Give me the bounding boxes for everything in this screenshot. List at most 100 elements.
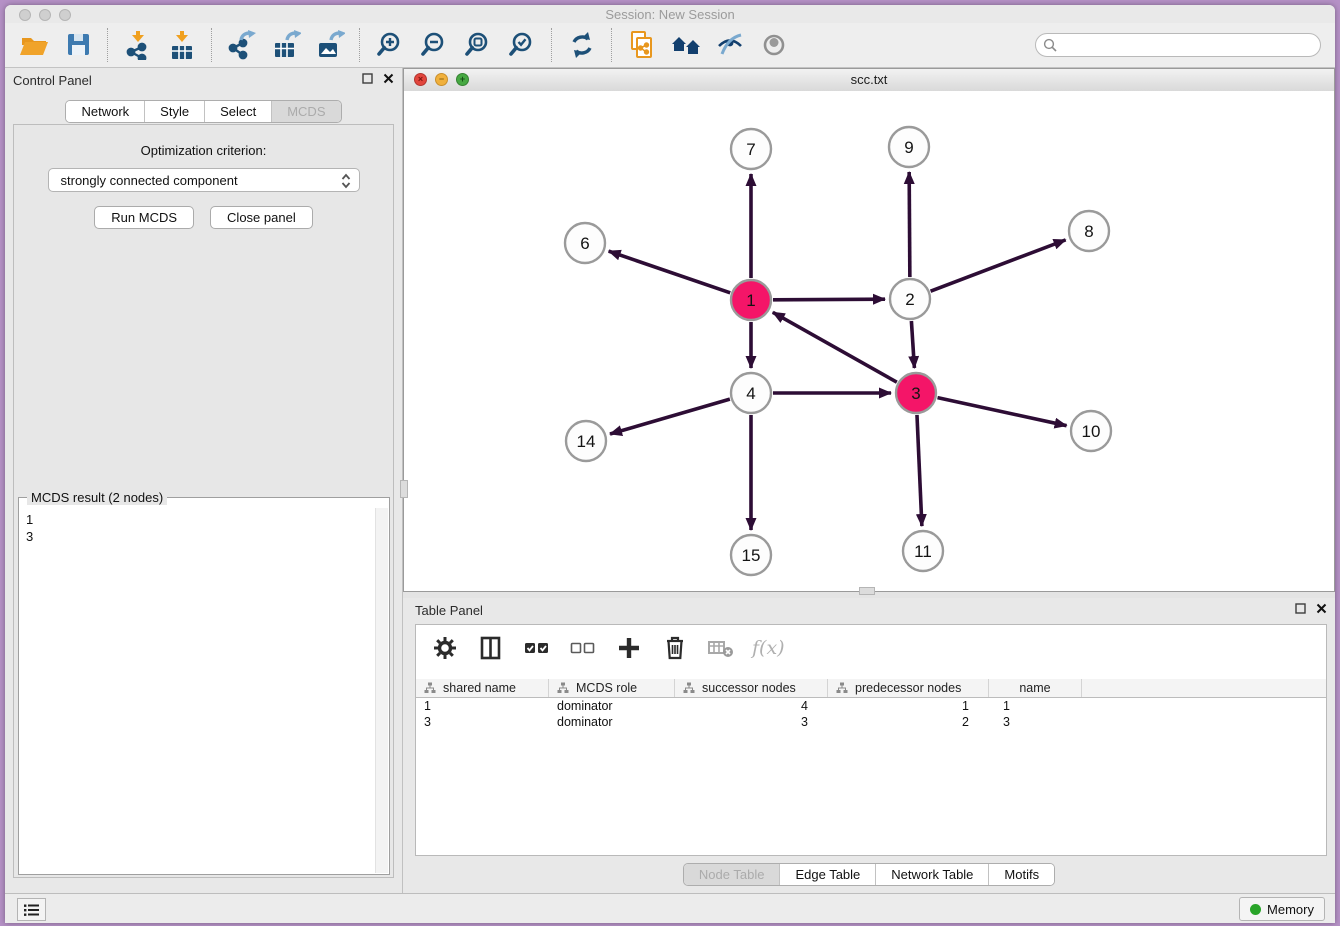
column-header-MCDS-role[interactable]: MCDS role (549, 679, 675, 697)
graph-node-7[interactable]: 7 (731, 129, 771, 169)
float-panel-icon[interactable] (1295, 603, 1306, 614)
save-session-icon[interactable] (63, 30, 93, 60)
add-column-icon[interactable] (614, 633, 644, 663)
tab-network-table[interactable]: Network Table (875, 864, 988, 885)
zoom-fit-icon[interactable] (463, 30, 493, 60)
table-cell[interactable]: 1 (416, 698, 549, 714)
select-all-rows-icon[interactable] (522, 633, 552, 663)
tab-mcds[interactable]: MCDS (271, 101, 340, 122)
column-header-name[interactable]: name (989, 679, 1082, 697)
table-cell[interactable]: dominator (549, 698, 675, 714)
close-panel-icon[interactable] (383, 73, 394, 84)
column-header-predecessor-nodes[interactable]: predecessor nodes (828, 679, 989, 697)
graph-edge-1-6[interactable] (609, 251, 731, 293)
table-row[interactable]: 3dominator323 (416, 714, 1326, 730)
graph-edge-3-10[interactable] (937, 398, 1066, 426)
graph-node-6[interactable]: 6 (565, 223, 605, 263)
import-table-icon[interactable] (167, 30, 197, 60)
import-network-icon[interactable] (123, 30, 153, 60)
graph-edge-3-11[interactable] (917, 415, 922, 526)
float-panel-icon[interactable] (362, 73, 373, 84)
zoom-selected-icon[interactable] (507, 30, 537, 60)
delete-table-icon[interactable] (706, 633, 736, 663)
preview-icon[interactable] (759, 30, 789, 60)
show-hide-selected-icon[interactable] (715, 30, 745, 60)
refresh-layout-icon[interactable] (567, 30, 597, 60)
run-mcds-button[interactable]: Run MCDS (94, 206, 194, 229)
new-network-from-selection-icon[interactable] (627, 30, 657, 60)
delete-column-icon[interactable] (660, 633, 690, 663)
graph-node-14[interactable]: 14 (566, 421, 606, 461)
table-toolbar: f(x) (416, 625, 1326, 671)
graph-node-10[interactable]: 10 (1071, 411, 1111, 451)
table-cell[interactable]: 1 (828, 698, 989, 714)
panel-resize-handle[interactable] (859, 587, 875, 595)
graph-edge-2-9[interactable] (909, 172, 910, 277)
show-panels-button[interactable] (17, 898, 46, 921)
dropdown-stepper-icon (341, 173, 351, 189)
search-input[interactable] (1035, 33, 1321, 57)
application-window: Session: New Session (5, 5, 1335, 923)
mcds-result-item[interactable]: 3 (26, 528, 376, 545)
graph-edge-3-1[interactable] (773, 312, 897, 382)
split-columns-icon[interactable] (476, 633, 506, 663)
graph-node-1[interactable]: 1 (731, 280, 771, 320)
table-cell[interactable]: dominator (549, 714, 675, 730)
close-panel-icon[interactable] (1316, 603, 1327, 614)
graph-node-label: 8 (1084, 222, 1093, 241)
tab-node-table[interactable]: Node Table (684, 864, 780, 885)
mcds-result-list[interactable]: 13 (20, 508, 376, 873)
graph-edge-2-3[interactable] (911, 321, 914, 368)
tab-network[interactable]: Network (66, 101, 144, 122)
column-header-successor-nodes[interactable]: successor nodes (675, 679, 828, 697)
zoom-out-icon[interactable] (419, 30, 449, 60)
tab-style[interactable]: Style (144, 101, 204, 122)
mcds-panel: Optimization criterion: strongly connect… (13, 124, 394, 878)
graph-node-label: 9 (904, 138, 913, 157)
export-image-icon[interactable] (315, 30, 345, 60)
table-cell[interactable]: 3 (675, 714, 828, 730)
graph-node-4[interactable]: 4 (731, 373, 771, 413)
tab-motifs[interactable]: Motifs (988, 864, 1054, 885)
table-cell[interactable]: 2 (828, 714, 989, 730)
window-title: Session: New Session (5, 7, 1335, 22)
tab-edge-table[interactable]: Edge Table (779, 864, 875, 885)
network-canvas[interactable]: 7 9 6 8 1 2 4 3 14 10 15 11 (404, 91, 1334, 591)
panel-resize-handle[interactable] (400, 480, 408, 498)
result-scrollbar[interactable] (375, 508, 388, 873)
graph-node-3[interactable]: 3 (896, 373, 936, 413)
table-cell[interactable]: 1 (989, 698, 1082, 714)
open-session-icon[interactable] (19, 30, 49, 60)
first-neighbors-icon[interactable] (671, 30, 701, 60)
column-header-shared-name[interactable]: shared name (416, 679, 549, 697)
table-settings-icon[interactable] (430, 633, 460, 663)
export-network-icon[interactable] (227, 30, 257, 60)
function-builder-icon[interactable]: f(x) (752, 637, 785, 659)
table-row[interactable]: 1dominator411 (416, 698, 1326, 714)
graph-node-8[interactable]: 8 (1069, 211, 1109, 251)
table-cell[interactable]: 3 (416, 714, 549, 730)
graph-node-9[interactable]: 9 (889, 127, 929, 167)
export-table-icon[interactable] (271, 30, 301, 60)
table-panel-title: Table Panel (415, 603, 483, 618)
tab-select[interactable]: Select (204, 101, 271, 122)
graph-edge-2-8[interactable] (931, 240, 1066, 291)
memory-button[interactable]: Memory (1239, 897, 1325, 921)
graph-node-label: 3 (911, 384, 920, 403)
table-cell[interactable]: 3 (989, 714, 1082, 730)
graph-node-2[interactable]: 2 (890, 279, 930, 319)
table-panel-tabbar: Node TableEdge TableNetwork TableMotifs (403, 863, 1335, 886)
mcds-result-item[interactable]: 1 (26, 511, 376, 528)
zoom-in-icon[interactable] (375, 30, 405, 60)
graph-edge-4-14[interactable] (610, 399, 730, 434)
graph-node-15[interactable]: 15 (731, 535, 771, 575)
graph-node-11[interactable]: 11 (903, 531, 943, 571)
optimization-criterion-dropdown[interactable]: strongly connected component (48, 168, 360, 192)
close-panel-button[interactable]: Close panel (210, 206, 313, 229)
column-header-label: shared name (443, 681, 516, 695)
control-panel-title: Control Panel (13, 73, 92, 88)
deselect-all-rows-icon[interactable] (568, 633, 598, 663)
graph-edge-1-2[interactable] (773, 299, 885, 300)
table-cell[interactable]: 4 (675, 698, 828, 714)
graph-node-label: 11 (914, 542, 932, 561)
